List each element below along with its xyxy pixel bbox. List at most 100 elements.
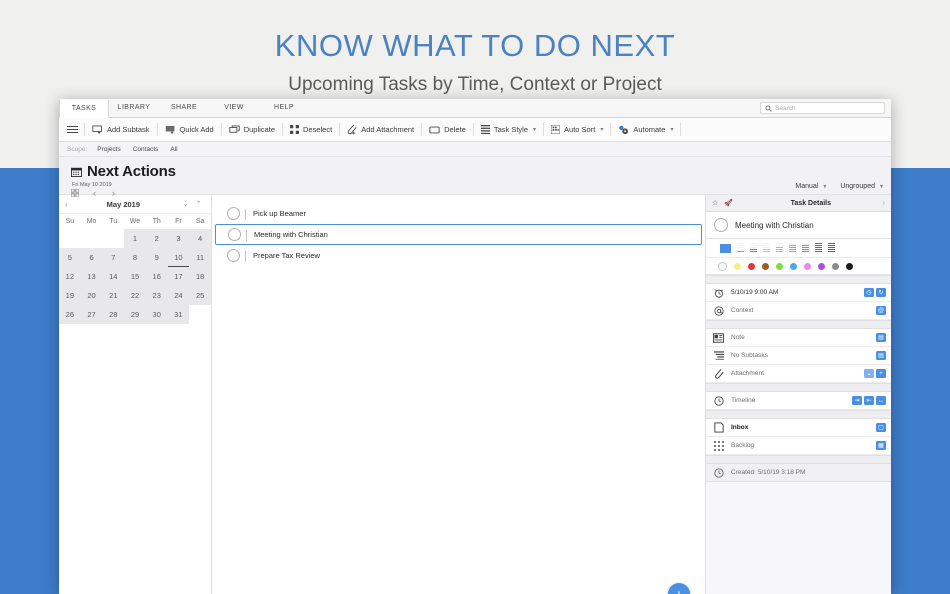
- calendar-day-28[interactable]: 28: [102, 305, 125, 324]
- calendar-day-11[interactable]: 11: [189, 248, 211, 267]
- calendar-day-2[interactable]: 2: [145, 229, 168, 248]
- task-row[interactable]: Pick up Beamer: [215, 203, 702, 224]
- calendar-day-4[interactable]: 4: [189, 229, 211, 248]
- calendar-day-13[interactable]: 13: [80, 267, 103, 286]
- calendar-day-26[interactable]: 26: [59, 305, 81, 324]
- task-checkbox[interactable]: [714, 218, 728, 232]
- details-row-due[interactable]: 5/10/19 9:00 AM ◷ ↻: [706, 284, 891, 302]
- color-dot-green[interactable]: [776, 262, 783, 270]
- prev-period-button[interactable]: ‹: [93, 189, 96, 198]
- priority-swatch-priority-5[interactable]: [789, 243, 796, 253]
- timeline-end-button[interactable]: ⇤: [864, 396, 874, 405]
- calendar-collapse-up-icon[interactable]: ⌃: [192, 200, 205, 208]
- priority-swatch-priority-1[interactable]: [737, 243, 744, 253]
- calendar-day-21[interactable]: 21: [102, 286, 125, 305]
- details-row-timeline[interactable]: Timeline ⇥ ⇤ ↔: [706, 392, 891, 410]
- color-dot-black[interactable]: [846, 262, 853, 270]
- calendar-day-8[interactable]: 8: [124, 248, 146, 267]
- star-icon[interactable]: ☆: [712, 199, 718, 207]
- calendar-day-12[interactable]: 12: [59, 267, 81, 286]
- calendar-day-14[interactable]: 14: [102, 267, 125, 286]
- tab-tasks[interactable]: TASKS: [59, 99, 109, 118]
- toolbar-auto-sort-button[interactable]: Auto Sort ▾: [544, 118, 610, 142]
- repeat-button[interactable]: ↻: [876, 288, 886, 297]
- calendar-day-6[interactable]: 6: [80, 248, 103, 267]
- calendar-day-19[interactable]: 19: [59, 286, 81, 305]
- menu-hamburger-icon[interactable]: [67, 126, 78, 133]
- priority-swatch-priority-6[interactable]: [802, 243, 809, 253]
- calendar-day-20[interactable]: 20: [80, 286, 103, 305]
- scope-item-projects[interactable]: Projects: [97, 146, 120, 153]
- color-dot-blue[interactable]: [790, 262, 797, 270]
- calendar-day-1[interactable]: 1: [124, 229, 146, 248]
- color-dot-purple[interactable]: [818, 262, 825, 270]
- calendar-day-31[interactable]: 31: [167, 305, 190, 324]
- attachment-expand-button[interactable]: ⌄: [864, 369, 874, 378]
- context-picker-button[interactable]: @: [876, 306, 886, 315]
- scope-item-contacts[interactable]: Contacts: [133, 146, 159, 153]
- details-row-attachment[interactable]: Attachment ⌄ +: [706, 365, 891, 383]
- color-dot-brown[interactable]: [762, 262, 769, 270]
- attachment-add-button[interactable]: +: [876, 369, 886, 378]
- backlog-picker-button[interactable]: ▦: [876, 441, 886, 450]
- timeline-start-button[interactable]: ⇥: [852, 396, 862, 405]
- details-row-subtasks[interactable]: No Subtasks ▤: [706, 347, 891, 365]
- task-row-selected[interactable]: Meeting with Christian: [215, 224, 702, 245]
- color-dot-pink[interactable]: [804, 262, 811, 270]
- color-dot-gray[interactable]: [832, 262, 839, 270]
- task-checkbox[interactable]: [228, 228, 241, 241]
- toolbar-add-attachment-button[interactable]: Add Attachment: [340, 118, 421, 142]
- priority-swatch-priority-7[interactable]: [815, 243, 822, 253]
- toolbar-quick-add-button[interactable]: Quick Add: [158, 118, 221, 142]
- priority-swatch-priority-8[interactable]: [828, 243, 835, 253]
- calendar-day-24[interactable]: 24: [167, 286, 190, 305]
- drag-handle-icon[interactable]: [244, 251, 248, 263]
- calendar-day-17[interactable]: 17: [167, 267, 190, 286]
- rocket-icon[interactable]: 🚀: [724, 199, 733, 207]
- priority-swatch-none-flat[interactable]: [720, 243, 731, 253]
- grid-view-icon[interactable]: [71, 189, 79, 197]
- toolbar-add-subtask-button[interactable]: Add Subtask: [85, 118, 157, 142]
- details-row-context[interactable]: Context @: [706, 302, 891, 320]
- scope-item-all[interactable]: All: [170, 146, 177, 153]
- toolbar-duplicate-button[interactable]: Duplicate: [222, 118, 282, 142]
- drag-handle-icon[interactable]: [245, 230, 249, 242]
- group-mode-dropdown[interactable]: Ungrouped ▾: [840, 183, 883, 190]
- calendar-day-7[interactable]: 7: [102, 248, 125, 267]
- calendar-day-25[interactable]: 25: [189, 286, 211, 305]
- details-row-backlog[interactable]: Backlog ▦: [706, 437, 891, 455]
- sort-mode-dropdown[interactable]: Manual ▾: [795, 183, 826, 190]
- calendar-day-5[interactable]: 5: [59, 248, 81, 267]
- toolbar-delete-button[interactable]: Delete: [422, 118, 473, 142]
- calendar-day-10[interactable]: 10: [167, 248, 190, 267]
- calendar-day-29[interactable]: 29: [124, 305, 146, 324]
- timeline-span-button[interactable]: ↔: [876, 396, 886, 405]
- due-time-button[interactable]: ◷: [864, 288, 874, 297]
- calendar-day-9[interactable]: 9: [145, 248, 168, 267]
- task-checkbox[interactable]: [227, 249, 240, 262]
- task-checkbox[interactable]: [227, 207, 240, 220]
- color-dot-no-color[interactable]: [718, 261, 727, 271]
- task-row[interactable]: Prepare Tax Review: [215, 245, 702, 266]
- calendar-day-27[interactable]: 27: [80, 305, 103, 324]
- next-period-button[interactable]: ›: [112, 189, 115, 198]
- calendar-day-3[interactable]: 3: [167, 229, 190, 248]
- priority-swatch-priority-4[interactable]: [776, 243, 783, 253]
- tab-view[interactable]: VIEW: [209, 99, 259, 117]
- priority-swatch-priority-3[interactable]: [763, 243, 770, 253]
- priority-swatch-priority-2[interactable]: [750, 243, 757, 253]
- color-dot-red[interactable]: [748, 262, 755, 270]
- color-dot-yellow[interactable]: [734, 262, 741, 270]
- note-edit-button[interactable]: ▤: [876, 333, 886, 342]
- toolbar-deselect-button[interactable]: Deselect: [283, 118, 339, 142]
- calendar-day-30[interactable]: 30: [145, 305, 168, 324]
- drag-handle-icon[interactable]: [244, 209, 248, 221]
- tab-share[interactable]: SHARE: [159, 99, 209, 117]
- inbox-picker-button[interactable]: ▢: [876, 423, 886, 432]
- calendar-collapse-down-icon[interactable]: ⌄: [179, 200, 192, 208]
- calendar-day-23[interactable]: 23: [145, 286, 168, 305]
- calendar-day-16[interactable]: 16: [145, 267, 168, 286]
- toolbar-task-style-button[interactable]: Task Style ▾: [474, 118, 543, 142]
- details-row-note[interactable]: Note ▤: [706, 329, 891, 347]
- tab-library[interactable]: LIBRARY: [109, 99, 159, 117]
